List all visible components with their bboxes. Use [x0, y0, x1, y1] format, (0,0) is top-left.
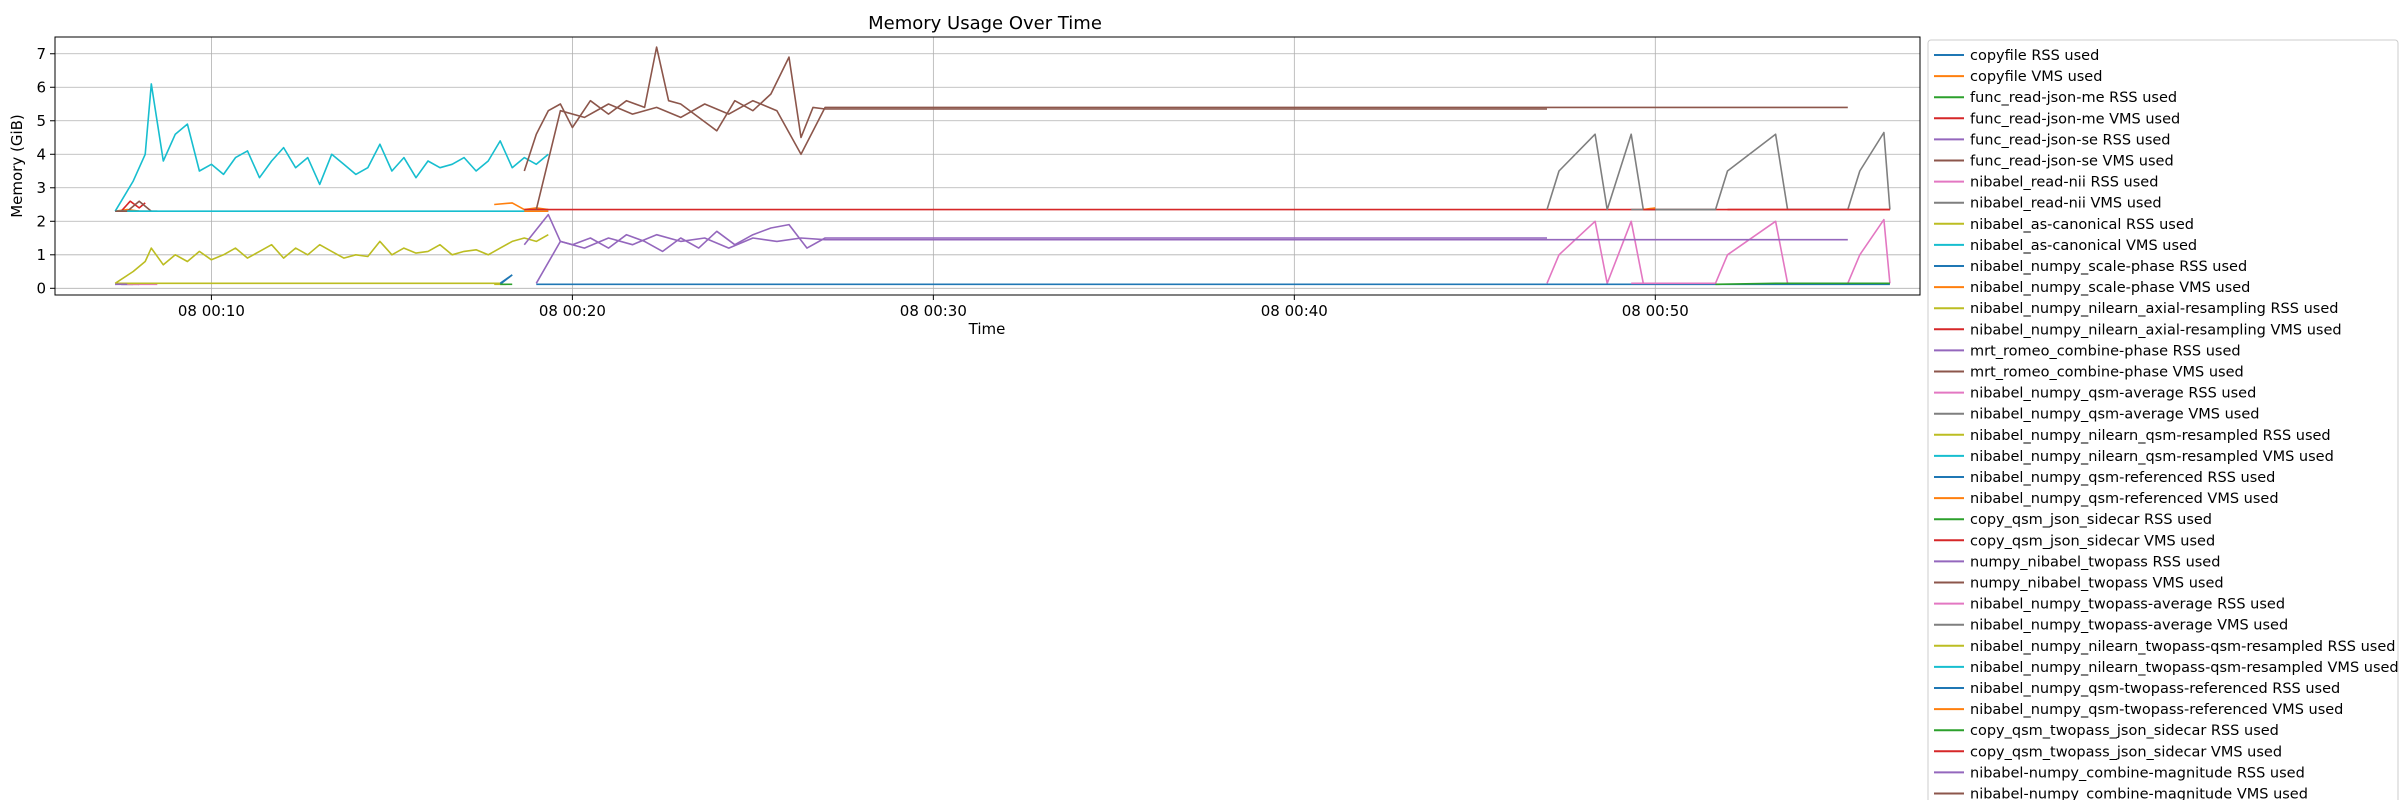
x-tick-label: 08 00:10: [178, 302, 245, 320]
y-tick-label: 4: [36, 145, 46, 163]
legend-entry: func_read-json-se RSS used: [1970, 132, 2171, 148]
legend-entry: mrt_romeo_combine-phase VMS used: [1970, 365, 2244, 381]
memory-usage-chart: Memory Usage Over Time 08 00:10 08 00:20 0…: [0, 0, 2400, 800]
legend-entry: copyfile VMS used: [1970, 69, 2102, 85]
legend-entry: nibabel_as-canonical VMS used: [1970, 238, 2197, 254]
legend-entry: nibabel_numpy_scale-phase RSS used: [1970, 259, 2247, 275]
legend-entry: copy_qsm_twopass_json_sidecar RSS used: [1970, 723, 2279, 739]
x-tick-label: 08 00:50: [1622, 302, 1689, 320]
y-tick-label: 7: [36, 45, 46, 63]
y-tick-label: 5: [36, 112, 46, 130]
legend-entry: func_read-json-se VMS used: [1970, 154, 2174, 170]
legend-entry: nibabel_numpy_nilearn_twopass-qsm-resamp…: [1970, 660, 2399, 676]
legend-entry: nibabel_read-nii RSS used: [1970, 175, 2158, 191]
legend-entry: nibabel_numpy_nilearn_axial-resampling R…: [1970, 301, 2338, 317]
legend-entry: copyfile RSS used: [1970, 48, 2099, 64]
legend-entry: nibabel-numpy_combine-magnitude VMS used: [1970, 787, 2308, 800]
legend-entry: nibabel-numpy_combine-magnitude RSS used: [1970, 765, 2305, 781]
legend-entry: copy_qsm_json_sidecar VMS used: [1970, 533, 2215, 549]
legend-entry: nibabel_numpy_nilearn_twopass-qsm-resamp…: [1970, 639, 2395, 655]
legend-entry: nibabel_numpy_twopass-average VMS used: [1970, 618, 2288, 634]
y-tick-label: 2: [36, 212, 46, 230]
y-tick-label: 0: [36, 279, 46, 297]
legend-entry: nibabel_numpy_qsm-twopass-referenced RSS…: [1970, 681, 2340, 697]
legend-entry: func_read-json-me RSS used: [1970, 90, 2177, 106]
legend-entry: copy_qsm_twopass_json_sidecar VMS used: [1970, 744, 2282, 760]
x-tick-label: 08 00:20: [539, 302, 606, 320]
legend-entry: mrt_romeo_combine-phase RSS used: [1970, 343, 2241, 359]
legend-entry: nibabel_numpy_qsm-referenced RSS used: [1970, 470, 2275, 486]
legend-entry: func_read-json-me VMS used: [1970, 111, 2180, 127]
legend-entry: nibabel_numpy_qsm-twopass-referenced VMS…: [1970, 702, 2343, 718]
chart-title: Memory Usage Over Time: [868, 13, 1102, 34]
legend-entry: nibabel_numpy_qsm-average RSS used: [1970, 386, 2256, 402]
legend: copyfile RSS used copyfile VMS used func_r…: [1927, 39, 2399, 800]
y-axis-label: Memory (GiB): [8, 114, 26, 218]
legend-entry: nibabel_numpy_nilearn_qsm-resampled RSS …: [1970, 428, 2331, 444]
x-tick-label: 08 00:40: [1261, 302, 1328, 320]
legend-entry: numpy_nibabel_twopass RSS used: [1970, 554, 2220, 570]
y-tick-label: 6: [36, 78, 46, 96]
legend-entry: numpy_nibabel_twopass VMS used: [1970, 576, 2224, 592]
x-axis-label: Time: [968, 320, 1006, 338]
legend-entry: nibabel_as-canonical RSS used: [1970, 217, 2194, 233]
y-tick-label: 3: [36, 179, 46, 197]
legend-entry: nibabel_numpy_scale-phase VMS used: [1970, 280, 2250, 296]
legend-entry: nibabel_read-nii VMS used: [1970, 196, 2162, 212]
legend-entry: nibabel_numpy_nilearn_qsm-resampled VMS …: [1970, 449, 2334, 465]
legend-entry: nibabel_numpy_qsm-referenced VMS used: [1970, 491, 2279, 507]
legend-entry: nibabel_numpy_nilearn_axial-resampling V…: [1970, 322, 2342, 338]
legend-entry: nibabel_numpy_twopass-average RSS used: [1970, 597, 2285, 613]
legend-entry: copy_qsm_json_sidecar RSS used: [1970, 512, 2212, 528]
x-tick-label: 08 00:30: [900, 302, 967, 320]
y-tick-label: 1: [36, 246, 46, 264]
legend-entry: nibabel_numpy_qsm-average VMS used: [1970, 407, 2259, 423]
